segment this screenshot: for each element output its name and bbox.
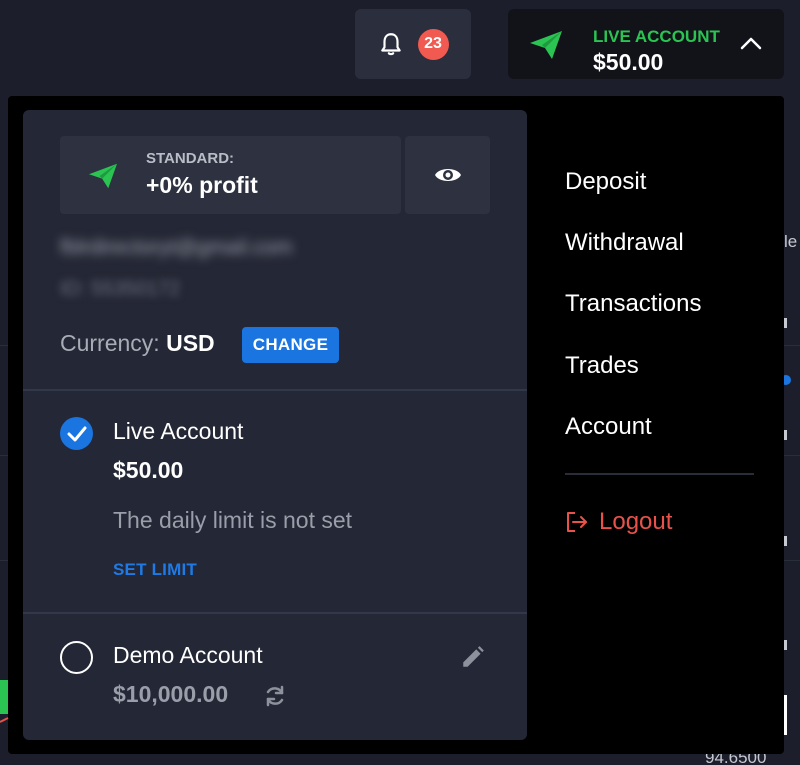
set-limit-link[interactable]: SET LIMIT	[113, 560, 197, 580]
account-dropdown: STANDARD: +0% profit fblrdirectoryt@gmai…	[8, 96, 784, 754]
chart-edge-fragments	[784, 318, 791, 735]
paper-plane-icon	[530, 31, 562, 59]
toggle-visibility-button[interactable]	[405, 136, 490, 214]
divider	[23, 389, 527, 391]
chevron-up-icon	[740, 37, 762, 50]
change-currency-button[interactable]: CHANGE	[242, 327, 339, 363]
currency-value: USD	[166, 330, 215, 356]
eye-icon	[434, 169, 461, 181]
plan-label: STANDARD:	[146, 150, 235, 167]
check-icon	[67, 426, 86, 441]
live-account-radio[interactable]	[60, 417, 93, 450]
menu-item-account[interactable]: Account	[565, 413, 652, 441]
logout-label: Logout	[599, 508, 673, 535]
live-account-balance: $50.00	[113, 457, 184, 483]
logout-icon	[567, 512, 587, 532]
daily-limit-text: The daily limit is not set	[113, 507, 353, 533]
currency-label: Currency:	[60, 330, 160, 356]
menu-item-withdrawal[interactable]: Withdrawal	[565, 229, 684, 257]
pencil-icon[interactable]	[460, 644, 486, 670]
live-account-name[interactable]: Live Account	[113, 418, 243, 445]
account-type-label: LIVE ACCOUNT	[593, 27, 720, 46]
user-email: fblrdirectoryt@gmail.com	[60, 236, 293, 259]
menu-item-deposit[interactable]: Deposit	[565, 168, 646, 196]
divider	[23, 612, 527, 614]
chart-left-fragments	[0, 680, 9, 723]
account-balance: $50.00	[593, 49, 664, 75]
paper-plane-icon	[89, 163, 117, 189]
notifications-badge: 23	[417, 28, 449, 60]
notifications-button[interactable]: 23	[355, 9, 471, 79]
plan-card: STANDARD: +0% profit	[60, 136, 401, 214]
plan-value: +0% profit	[146, 172, 258, 198]
account-panel: STANDARD: +0% profit fblrdirectoryt@gmai…	[23, 110, 527, 740]
refresh-icon[interactable]	[263, 684, 287, 708]
demo-account-radio[interactable]	[60, 641, 93, 674]
user-id: ID: 55350172	[60, 278, 181, 300]
demo-account-name[interactable]: Demo Account	[113, 642, 263, 669]
menu-item-transactions[interactable]: Transactions	[565, 290, 702, 318]
account-switcher-button[interactable]: LIVE ACCOUNT $50.00	[508, 9, 784, 79]
menu-divider	[565, 473, 754, 475]
logout-button[interactable]: Logout	[565, 508, 672, 536]
demo-account-balance: $10,000.00	[113, 681, 229, 707]
currency-row: Currency: USD	[60, 330, 215, 357]
menu-item-trades[interactable]: Trades	[565, 352, 639, 380]
bell-icon	[380, 33, 401, 56]
